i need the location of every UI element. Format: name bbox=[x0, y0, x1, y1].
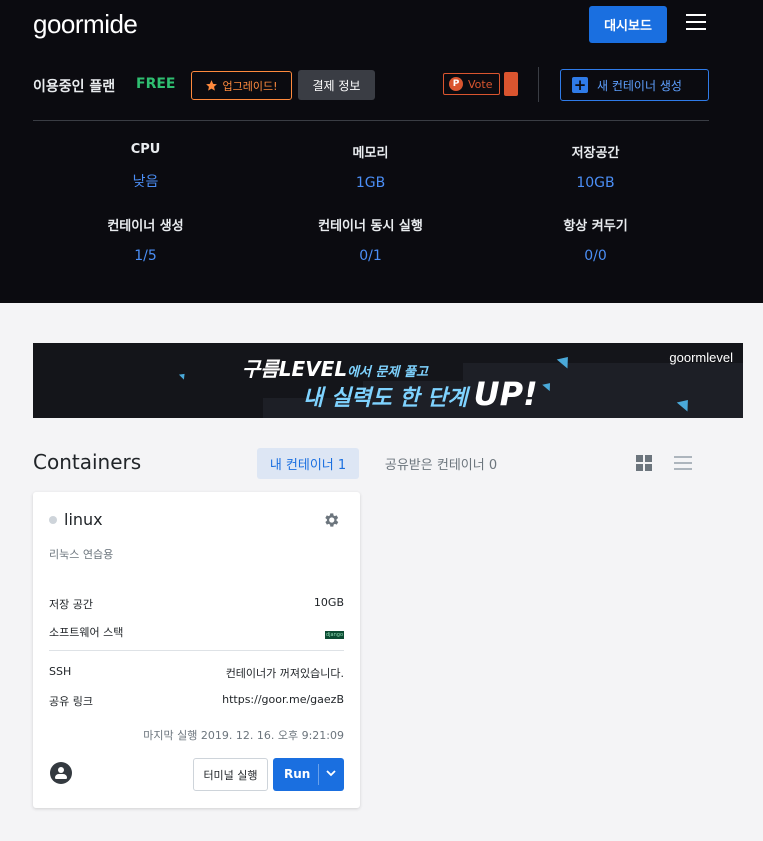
plan-row: 이용중인 플랜 FREE 업그레이드! 결제 정보 P Vote + 새 컨테이… bbox=[33, 67, 713, 102]
terminal-run-button[interactable]: 터미널 실행 bbox=[193, 758, 268, 791]
tab-my-containers[interactable]: 내 컨테이너 1 bbox=[257, 448, 359, 479]
stat-value: 0/1 bbox=[359, 248, 382, 264]
banner-text: 내 실력도 한 단계 bbox=[303, 386, 468, 411]
producthunt-vote-button[interactable]: P Vote bbox=[443, 73, 500, 95]
goormide-logo[interactable]: goormide bbox=[33, 9, 138, 40]
upgrade-label: 업그레이드! bbox=[222, 79, 278, 93]
stat-label: 컨테이너 동시 실행 bbox=[318, 219, 423, 234]
tab-shared-containers[interactable]: 공유받은 컨테이너 0 bbox=[370, 448, 512, 479]
chevron-down-icon[interactable] bbox=[325, 767, 337, 779]
divider bbox=[49, 650, 344, 651]
run-button[interactable]: Run bbox=[273, 758, 344, 791]
gear-icon[interactable] bbox=[322, 511, 340, 529]
run-label: Run bbox=[284, 767, 311, 781]
storage-value: 10GB bbox=[313, 596, 344, 609]
grid-view-icon[interactable] bbox=[636, 455, 652, 471]
stack-label: 소프트웨어 스택 bbox=[49, 626, 124, 639]
stat-always-on: 항상 켜두기 0/0 bbox=[483, 215, 708, 264]
dashboard-header: goormide 대시보드 이용중인 플랜 FREE 업그레이드! 결제 정보 … bbox=[0, 0, 763, 303]
django-logo-icon: django bbox=[325, 631, 344, 639]
stat-label: 저장공간 bbox=[571, 146, 620, 161]
stat-memory: 메모리 1GB bbox=[258, 142, 483, 191]
hamburger-menu-icon[interactable] bbox=[686, 14, 706, 32]
ssh-label: SSH bbox=[49, 665, 72, 678]
new-container-label: 새 컨테이너 생성 bbox=[597, 78, 682, 93]
star-icon bbox=[206, 80, 218, 91]
stat-value: 1/5 bbox=[134, 248, 157, 264]
goormlevel-logo: goormlevel bbox=[669, 350, 733, 365]
stat-storage: 저장공간 10GB bbox=[483, 142, 708, 191]
stat-concurrent-run: 컨테이너 동시 실행 0/1 bbox=[258, 215, 483, 264]
stat-label: 컨테이너 생성 bbox=[107, 219, 184, 234]
new-container-button[interactable]: + 새 컨테이너 생성 bbox=[560, 69, 709, 101]
billing-info-button[interactable]: 결제 정보 bbox=[298, 70, 375, 100]
stat-label: 메모리 bbox=[352, 146, 389, 161]
container-description: 리눅스 연습용 bbox=[49, 548, 114, 561]
divider bbox=[538, 67, 539, 102]
stat-label: CPU bbox=[130, 142, 161, 157]
storage-label: 저장 공간 bbox=[49, 598, 93, 611]
stat-container-create: 컨테이너 생성 1/5 bbox=[33, 215, 258, 264]
plan-label: 이용중인 플랜 bbox=[33, 79, 116, 95]
divider bbox=[318, 764, 319, 785]
banner-subline: 내 실력도 한 단계 UP! bbox=[303, 375, 538, 413]
plan-name: FREE bbox=[136, 76, 176, 92]
stat-cpu: CPU 낮음 bbox=[33, 142, 258, 191]
vote-label: Vote bbox=[468, 77, 493, 91]
divider bbox=[33, 120, 709, 121]
stat-value: 낮음 bbox=[132, 174, 159, 190]
container-card[interactable]: linux 리눅스 연습용 저장 공간 10GB 소프트웨어 스택 django… bbox=[33, 492, 360, 808]
dashboard-button[interactable]: 대시보드 bbox=[589, 6, 667, 43]
containers-title: Containers bbox=[33, 450, 142, 474]
share-link-label: 공유 링크 bbox=[49, 695, 93, 708]
banner-up-text: UP! bbox=[473, 375, 538, 413]
stat-value: 0/0 bbox=[584, 248, 607, 264]
list-view-icon[interactable] bbox=[674, 456, 692, 470]
plus-icon: + bbox=[572, 76, 588, 94]
vote-count-badge bbox=[504, 72, 518, 96]
goormlevel-banner[interactable]: 구름LEVEL에서 문제 풀고 내 실력도 한 단계 UP! goormlevel bbox=[33, 343, 743, 418]
stat-label: 항상 켜두기 bbox=[563, 219, 628, 234]
stat-value: 1GB bbox=[355, 175, 386, 191]
status-dot-icon bbox=[49, 516, 57, 524]
avatar[interactable] bbox=[50, 762, 72, 784]
last-run-timestamp: 마지막 실행 2019. 12. 16. 오후 9:21:09 bbox=[143, 729, 344, 742]
stat-value: 10GB bbox=[576, 175, 615, 191]
share-link-value[interactable]: https://goor.me/gaezB bbox=[222, 693, 344, 706]
banner-arrow-icon bbox=[178, 371, 188, 380]
producthunt-icon: P bbox=[449, 77, 463, 91]
container-name[interactable]: linux bbox=[64, 510, 103, 529]
ssh-value: 컨테이너가 꺼져있습니다. bbox=[225, 667, 344, 680]
upgrade-button[interactable]: 업그레이드! bbox=[191, 71, 292, 100]
